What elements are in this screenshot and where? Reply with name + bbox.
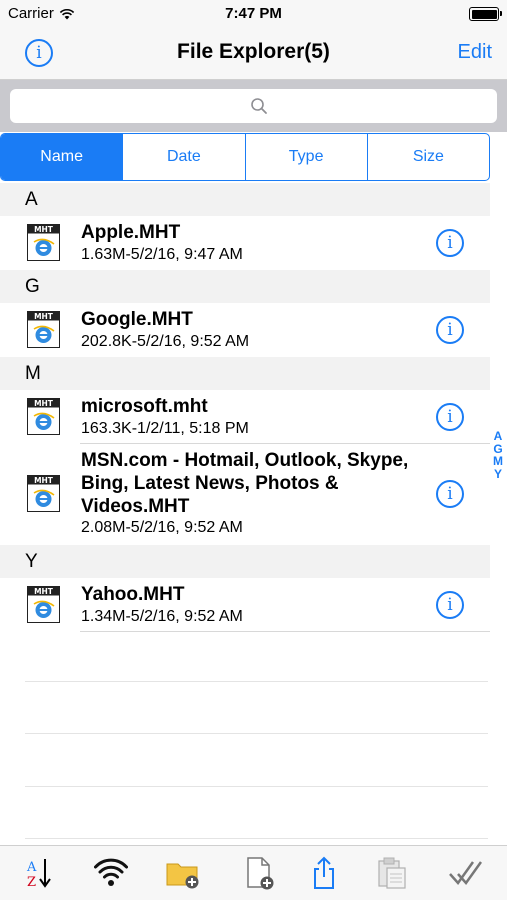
sort-tab-name[interactable]: Name xyxy=(1,134,124,180)
mht-file-icon: MHT xyxy=(27,586,60,623)
svg-text:MHT: MHT xyxy=(34,399,54,408)
mht-file-icon: MHT xyxy=(27,311,60,348)
screen: Carrier 7:47 PM i File Explorer(5) Edit … xyxy=(0,0,507,900)
section-index[interactable]: A G M Y xyxy=(492,430,504,480)
file-info-button[interactable]: i xyxy=(436,480,464,508)
section-header: M xyxy=(0,357,490,390)
file-meta: 163.3K-1/2/11, 5:18 PM xyxy=(81,420,249,437)
section-header: A xyxy=(0,183,490,216)
search-icon xyxy=(251,98,267,114)
edit-button[interactable]: Edit xyxy=(458,41,492,64)
page-title: File Explorer(5) xyxy=(177,40,330,63)
battery-icon xyxy=(469,7,502,21)
section-header: G xyxy=(0,270,490,303)
file-row[interactable]: MHT microsoft.mht 163.3K-1/2/11, 5:18 PM… xyxy=(0,390,490,444)
search-bar xyxy=(0,80,507,132)
svg-text:A: A xyxy=(26,860,37,875)
file-name: MSN.com - Hotmail, Outlook, Skype, Bing,… xyxy=(81,450,409,517)
sort-tab-type[interactable]: Type xyxy=(246,134,368,180)
svg-text:MHT: MHT xyxy=(34,587,54,596)
status-bar: Carrier 7:47 PM xyxy=(0,0,507,28)
file-meta: 1.63M-5/2/16, 9:47 AM xyxy=(81,246,243,263)
mht-file-icon: MHT xyxy=(27,475,60,512)
file-info-button[interactable]: i xyxy=(436,316,464,344)
svg-text:Z: Z xyxy=(27,875,36,890)
file-list: A MHT Apple.MHT 1.63M-5/2/16, 9:47 AM i … xyxy=(0,183,490,632)
svg-text:MHT: MHT xyxy=(34,312,54,321)
svg-text:MHT: MHT xyxy=(34,476,54,485)
file-row[interactable]: MHT MSN.com - Hotmail, Outlook, Skype, B… xyxy=(0,444,490,545)
file-info-button[interactable]: i xyxy=(436,403,464,431)
index-letter[interactable]: M xyxy=(492,455,504,468)
index-letter[interactable]: A xyxy=(492,430,504,443)
share-icon[interactable] xyxy=(307,856,341,890)
select-check-icon[interactable] xyxy=(448,856,482,890)
wifi-icon[interactable] xyxy=(94,856,128,890)
file-name: microsoft.mht xyxy=(81,396,208,417)
sort-az-icon[interactable]: A Z xyxy=(22,856,56,890)
search-input[interactable] xyxy=(10,89,497,123)
file-name: Yahoo.MHT xyxy=(81,584,185,605)
empty-row-separator xyxy=(25,838,488,839)
sort-tab-date[interactable]: Date xyxy=(123,134,246,180)
file-row[interactable]: MHT Yahoo.MHT 1.34M-5/2/16, 9:52 AM i xyxy=(0,578,490,632)
new-file-icon[interactable] xyxy=(242,856,276,890)
file-info-button[interactable]: i xyxy=(436,591,464,619)
mht-file-icon: MHT xyxy=(27,398,60,435)
file-meta: 1.34M-5/2/16, 9:52 AM xyxy=(81,608,243,625)
file-name: Apple.MHT xyxy=(81,222,181,243)
sort-segmented-control: Name Date Type Size xyxy=(0,133,490,181)
empty-row-separator xyxy=(25,681,488,682)
new-folder-icon[interactable] xyxy=(166,856,200,890)
sort-tab-size[interactable]: Size xyxy=(368,134,489,180)
index-letter[interactable]: Y xyxy=(492,467,504,481)
empty-row-separator xyxy=(25,786,488,787)
empty-row-separator xyxy=(25,733,488,734)
file-meta: 202.8K-5/2/16, 9:52 AM xyxy=(81,333,250,350)
file-row[interactable]: MHT Apple.MHT 1.63M-5/2/16, 9:47 AM i xyxy=(0,216,490,270)
file-row[interactable]: MHT Google.MHT 202.8K-5/2/16, 9:52 AM i xyxy=(0,303,490,357)
file-meta: 2.08M-5/2/16, 9:52 AM xyxy=(81,519,243,536)
section-header: Y xyxy=(0,545,490,578)
paste-icon[interactable] xyxy=(375,856,409,890)
bottom-toolbar: A Z xyxy=(0,845,507,900)
mht-file-icon: MHT xyxy=(27,224,60,261)
status-time: 7:47 PM xyxy=(225,5,282,22)
navigation-bar: i File Explorer(5) Edit xyxy=(0,28,507,80)
file-name: Google.MHT xyxy=(81,309,193,330)
file-info-button[interactable]: i xyxy=(436,229,464,257)
row-separator xyxy=(80,631,490,632)
svg-text:MHT: MHT xyxy=(34,225,54,234)
